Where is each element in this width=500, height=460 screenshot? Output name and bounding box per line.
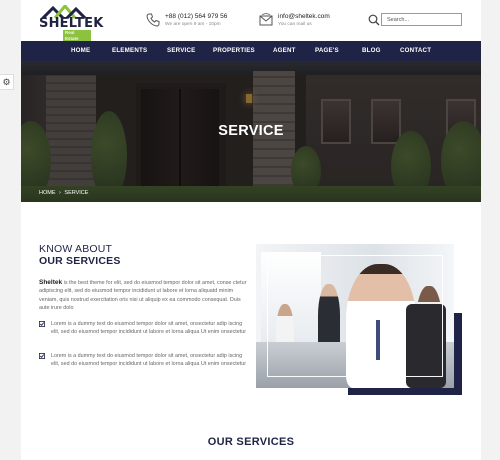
about-intro-text: is the best theme for elit, sed do eiusm… bbox=[39, 280, 247, 311]
logo-text: SHELTEK bbox=[39, 16, 104, 31]
breadcrumb-separator: › bbox=[59, 190, 61, 196]
hero-banner: SERVICE HOME › SERVICE bbox=[21, 61, 481, 202]
page: SHELTEK Real Estate +88 (012) 564 979 56… bbox=[21, 0, 481, 460]
nav-item-home[interactable]: HOME bbox=[71, 41, 90, 61]
checkbox-icon bbox=[39, 321, 45, 327]
checklist-text: Lorem is a dummy text do eiusmod tempor … bbox=[51, 353, 247, 368]
phone-contact: +88 (012) 564 979 56 We are open 9 am - … bbox=[146, 12, 227, 28]
nav-item-elements[interactable]: ELEMENTS bbox=[112, 41, 147, 61]
gear-icon: ⚙ bbox=[2, 76, 11, 87]
nav-item-contact[interactable]: CONTACT bbox=[400, 41, 431, 61]
phone-number[interactable]: +88 (012) 564 979 56 bbox=[165, 12, 227, 21]
about-heading-line2: OUR SERVICES bbox=[39, 255, 121, 267]
nav-item-service[interactable]: SERVICE bbox=[167, 41, 195, 61]
checklist-item: Lorem is a dummy text do eiusmod tempor … bbox=[39, 320, 250, 337]
checkbox-icon bbox=[39, 353, 45, 359]
image-frame bbox=[267, 255, 443, 377]
about-brand: Sheltek bbox=[39, 279, 63, 286]
phone-icon bbox=[146, 13, 160, 27]
about-intro: Sheltek is the best theme for elit, sed … bbox=[39, 279, 250, 312]
main-nav: HOME ELEMENTS SERVICE PROPERTIES AGENT P… bbox=[21, 41, 481, 61]
search-input[interactable] bbox=[381, 13, 462, 26]
logo[interactable]: SHELTEK Real Estate bbox=[39, 5, 103, 42]
header: SHELTEK Real Estate +88 (012) 564 979 56… bbox=[21, 0, 481, 42]
opening-hours: We are open 9 am - 10pm bbox=[165, 22, 221, 27]
checklist-text: Lorem is a dummy text do eiusmod tempor … bbox=[51, 321, 247, 336]
settings-toggle[interactable]: ⚙ bbox=[0, 74, 14, 90]
breadcrumb: HOME › SERVICE bbox=[39, 190, 90, 196]
email-address[interactable]: info@sheltek.com bbox=[278, 12, 330, 21]
breadcrumb-home[interactable]: HOME bbox=[39, 190, 56, 196]
search-icon[interactable] bbox=[368, 14, 380, 26]
mail-icon bbox=[259, 13, 273, 26]
nav-item-blog[interactable]: BLOG bbox=[362, 41, 381, 61]
nav-item-properties[interactable]: PROPERTIES bbox=[213, 41, 255, 61]
page-title: SERVICE bbox=[218, 123, 284, 139]
nav-item-agent[interactable]: AGENT bbox=[273, 41, 296, 61]
nav-item-pages[interactable]: PAGE'S bbox=[315, 41, 339, 61]
email-contact: info@sheltek.com You can mail us bbox=[259, 12, 330, 28]
services-heading: OUR SERVICES bbox=[207, 436, 295, 448]
email-note: You can mail us bbox=[278, 22, 312, 27]
checklist-item: Lorem is a dummy text do eiusmod tempor … bbox=[39, 352, 250, 369]
breadcrumb-current: SERVICE bbox=[64, 190, 89, 196]
about-heading-line1: KNOW ABOUT bbox=[39, 243, 113, 255]
